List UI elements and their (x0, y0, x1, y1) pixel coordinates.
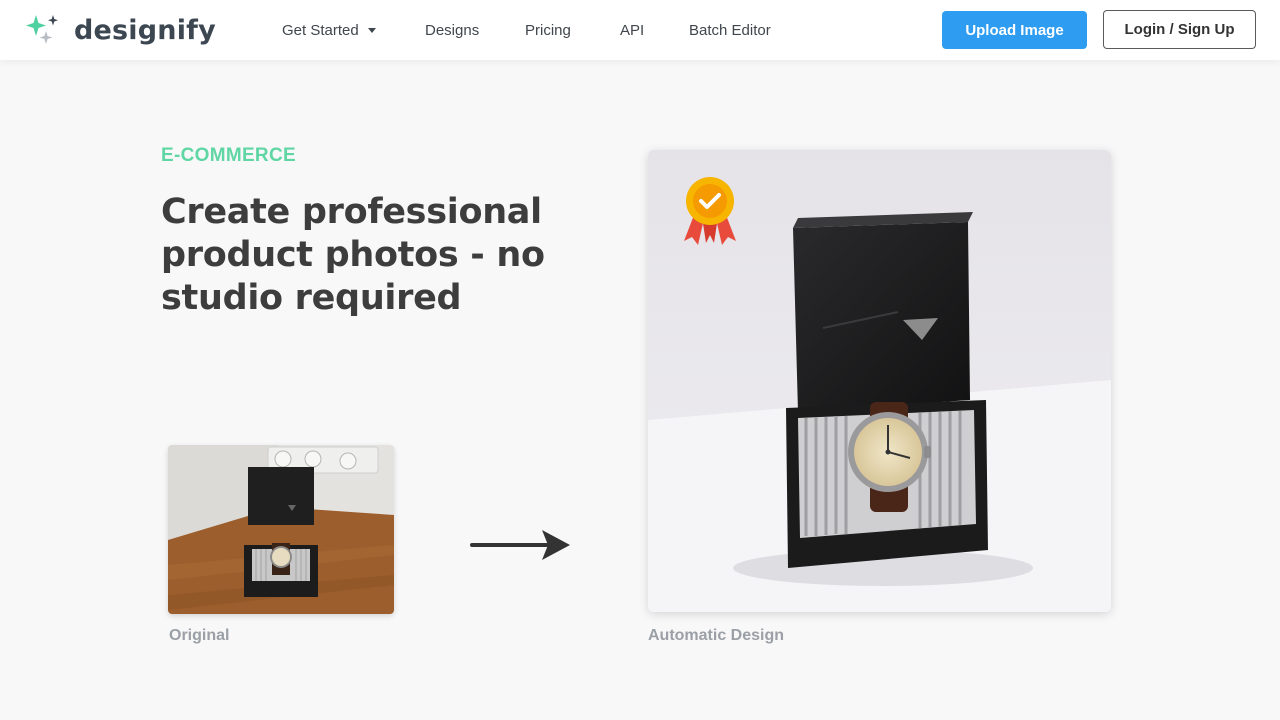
arrow-right-icon (470, 530, 570, 560)
nav-designs[interactable]: Designs (425, 0, 479, 60)
original-caption: Original (169, 627, 230, 644)
section-eyebrow: E-COMMERCE (161, 145, 296, 166)
brand-name: designify (74, 14, 216, 46)
brand-logo[interactable]: designify (24, 12, 216, 48)
upload-image-button[interactable]: Upload Image (942, 11, 1087, 49)
original-photo (168, 445, 394, 614)
sparkle-icon (26, 15, 58, 44)
nav-batch-editor[interactable]: Batch Editor (689, 0, 771, 60)
top-navigation-bar: designify Get Started Designs Pricing AP… (0, 0, 1280, 60)
nav-api[interactable]: API (620, 0, 644, 60)
award-ribbon-icon (684, 177, 736, 245)
nav-pricing[interactable]: Pricing (525, 0, 571, 60)
hero-headline: Create professional product photos - no … (161, 192, 545, 318)
automatic-design-caption: Automatic Design (648, 627, 785, 644)
nav-get-started[interactable]: Get Started (282, 0, 376, 60)
nav-get-started-label: Get Started (282, 21, 359, 39)
login-signup-button[interactable]: Login / Sign Up (1103, 10, 1256, 49)
caret-down-icon (367, 28, 376, 33)
